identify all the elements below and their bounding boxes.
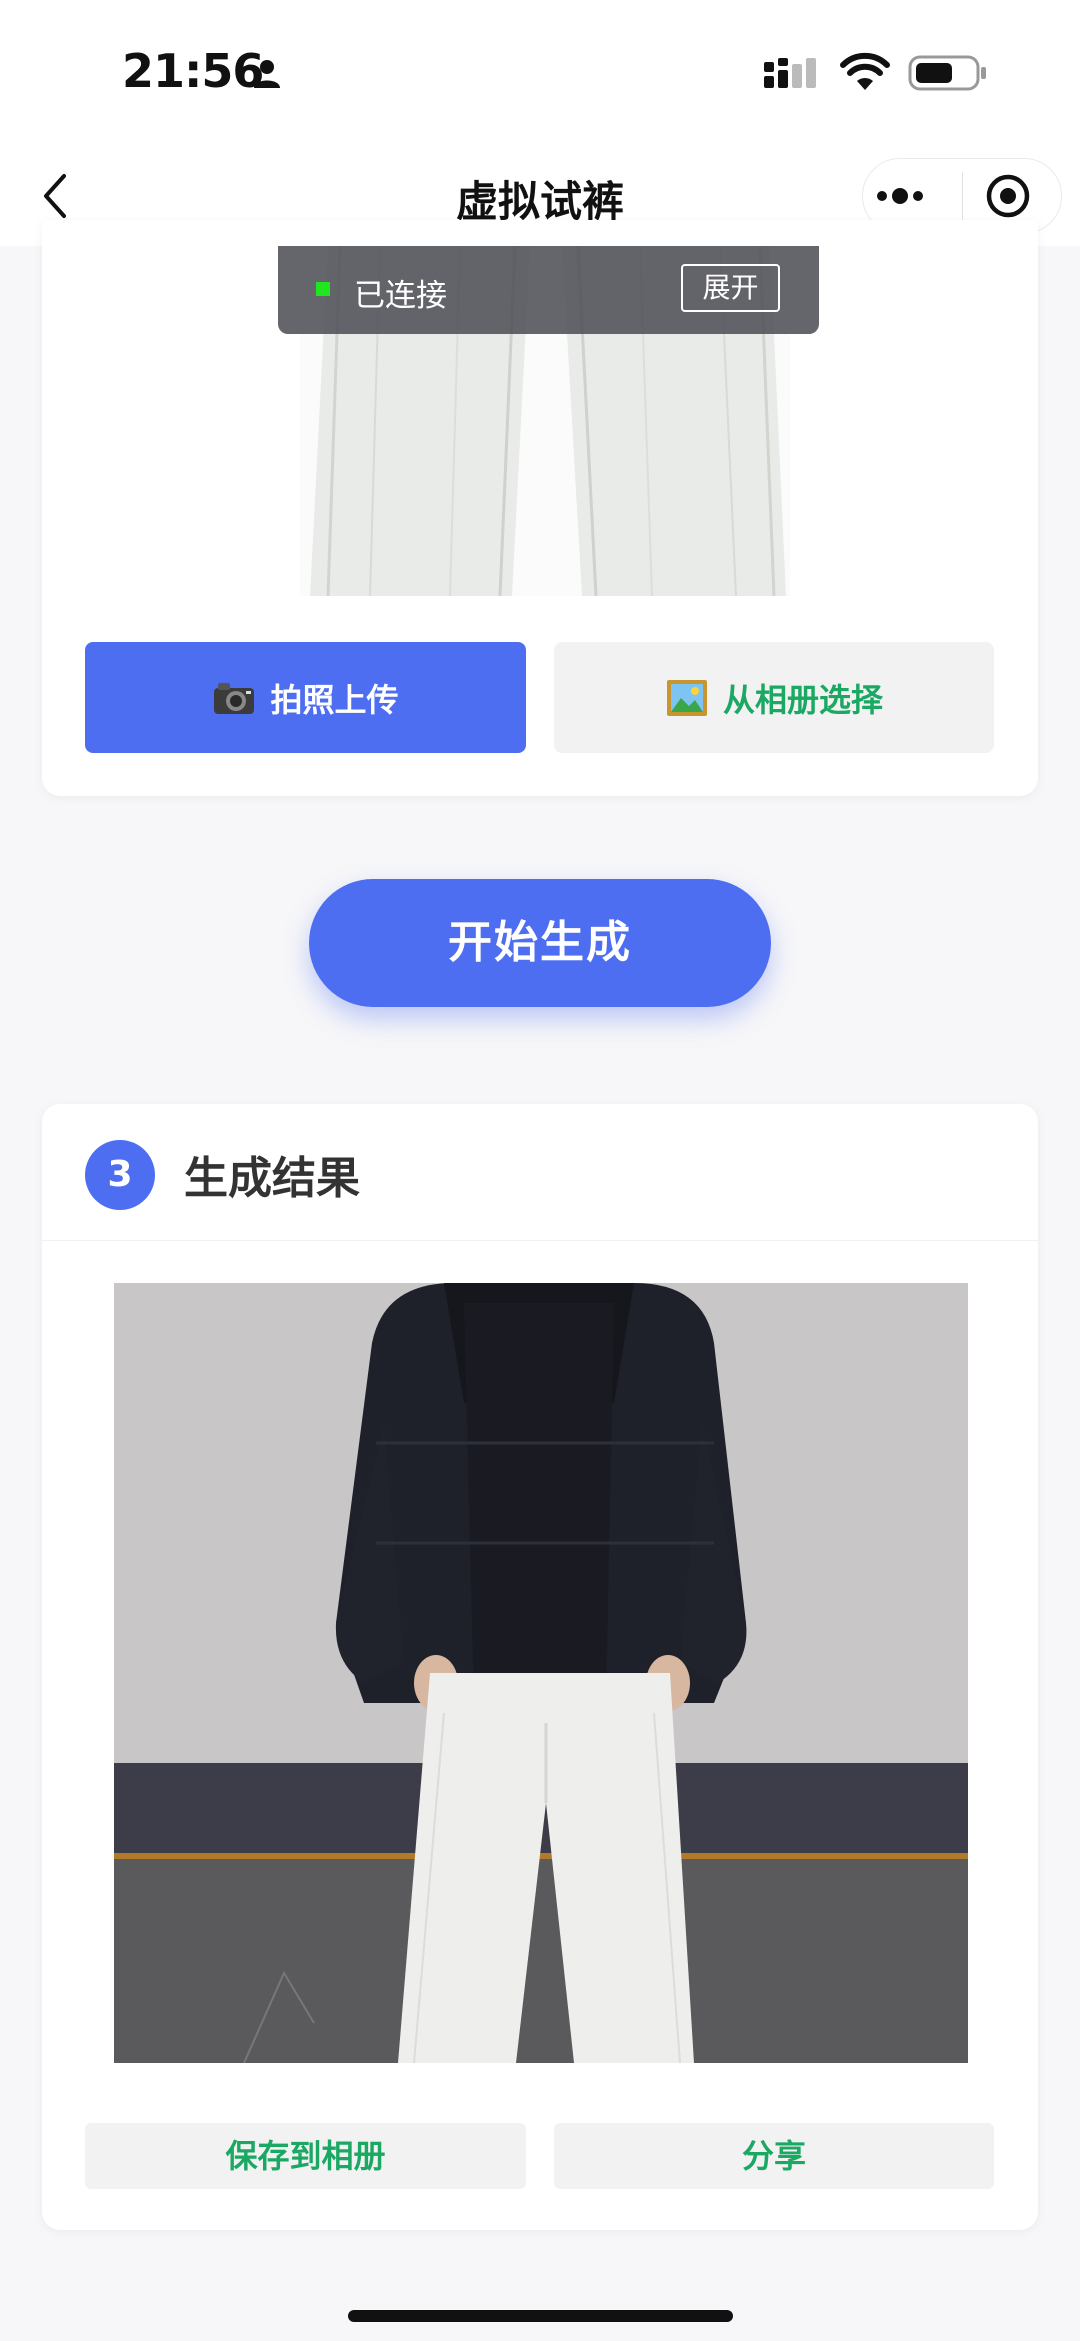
status-bar: 21:56 xyxy=(0,0,1080,146)
status-time: 21:56 xyxy=(122,44,264,98)
connection-status-label: 已连接 xyxy=(354,278,447,314)
battery-icon xyxy=(908,55,986,91)
take-photo-label: 拍照上传 xyxy=(270,680,399,719)
target-icon[interactable] xyxy=(984,172,1032,220)
more-icon[interactable] xyxy=(872,176,928,216)
save-to-album-button[interactable]: 保存到相册 xyxy=(85,2123,526,2189)
connection-status-dot xyxy=(316,282,330,296)
result-photo-illustration xyxy=(114,1283,968,2063)
picture-icon xyxy=(666,679,707,716)
result-section-title: 生成结果 xyxy=(184,1153,360,1204)
camera-icon xyxy=(214,682,255,714)
home-indicator[interactable] xyxy=(348,2310,733,2322)
person-icon xyxy=(254,60,280,88)
step-number-badge: 3 xyxy=(85,1140,155,1210)
start-generate-button[interactable]: 开始生成 xyxy=(309,879,771,1007)
share-button[interactable]: 分享 xyxy=(554,2123,994,2189)
capsule-divider xyxy=(962,172,963,220)
choose-from-album-label: 从相册选择 xyxy=(722,680,883,719)
wifi-icon xyxy=(840,52,890,90)
connection-banner: 已连接 展开 xyxy=(278,246,819,334)
expand-button[interactable]: 展开 xyxy=(681,264,780,312)
choose-from-album-button[interactable]: 从相册选择 xyxy=(554,642,994,753)
signal-icon xyxy=(764,58,816,88)
section-divider xyxy=(42,1240,1038,1241)
result-image[interactable] xyxy=(114,1283,968,2063)
take-photo-button[interactable]: 拍照上传 xyxy=(85,642,526,753)
